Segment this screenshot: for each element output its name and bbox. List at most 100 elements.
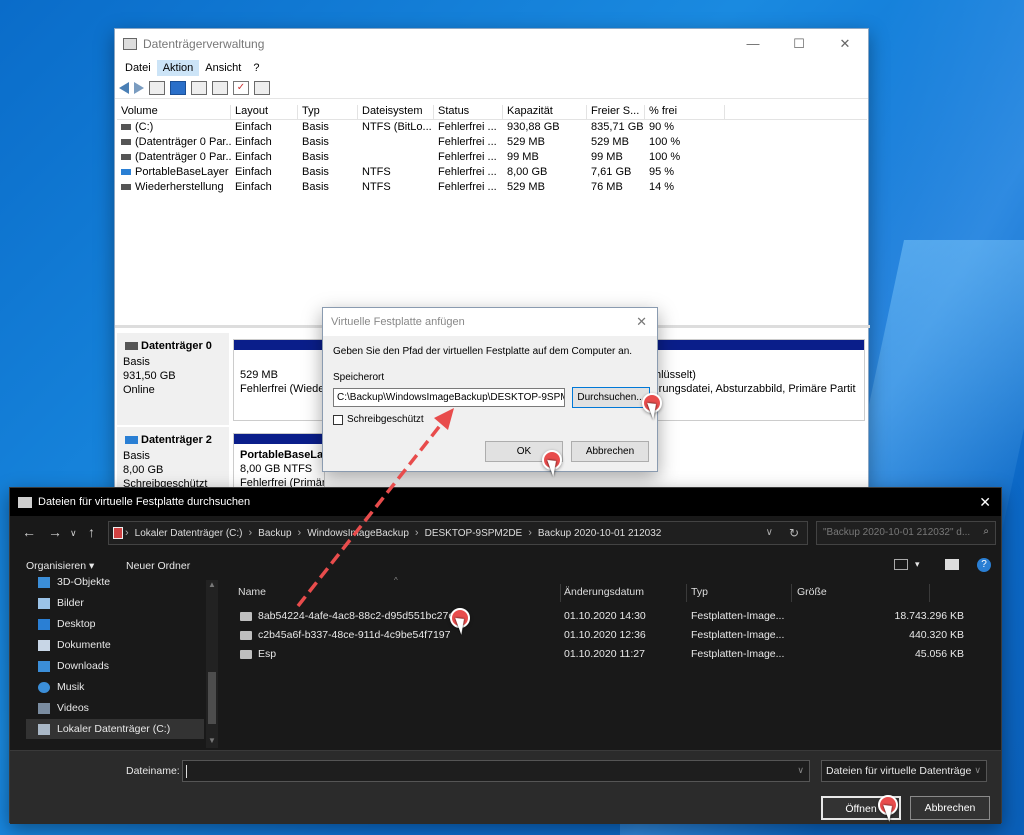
list-view-icon[interactable] bbox=[191, 80, 207, 95]
volume-cell: 930,88 GB bbox=[503, 120, 587, 135]
volume-cell-text: 100 % bbox=[649, 136, 681, 148]
back-arrow-icon[interactable] bbox=[119, 81, 129, 94]
file-row[interactable]: 8ab54224-4afe-4ac8-88c2-d95d551bc27c 01.1… bbox=[232, 608, 992, 627]
breadcrumb-desktop[interactable]: DESKTOP-9SPM2DE bbox=[419, 528, 529, 539]
file-row[interactable]: c2b45a6f-b337-48ce-911d-4c9be54f7197 01.1… bbox=[232, 627, 992, 646]
col-date[interactable]: Änderungsdatum bbox=[564, 586, 644, 598]
volume-cell: Fehlerfrei ... bbox=[434, 180, 503, 195]
disk-0-partition-recovery[interactable]: 529 MB Fehlerfrei (Wiederh bbox=[233, 339, 325, 421]
volume-row[interactable]: (C:) Einfach Basis NTFS (BitLo... Fehlerfrei… bbox=[117, 120, 867, 135]
new-folder-button[interactable]: Neuer Ordner bbox=[126, 560, 190, 572]
column-divider[interactable] bbox=[791, 584, 792, 602]
chevron-down-icon[interactable]: ∨ bbox=[766, 527, 773, 538]
column-divider[interactable] bbox=[929, 584, 930, 602]
maximize-button[interactable]: ☐ bbox=[776, 36, 822, 52]
filename-input[interactable]: ∨ bbox=[182, 760, 810, 782]
volume-cell-text: (C:) bbox=[135, 121, 154, 133]
menu-ansicht[interactable]: Ansicht bbox=[199, 60, 247, 76]
breadcrumb-windowsimagebackup[interactable]: WindowsImageBackup bbox=[301, 528, 415, 539]
nav-music[interactable]: Musik bbox=[38, 677, 84, 697]
volume-row[interactable]: (Datenträger 0 Par... Einfach Basis Fehlerf… bbox=[117, 135, 867, 150]
organize-button[interactable]: Organisieren ▾ bbox=[26, 560, 94, 572]
disk-0-label[interactable]: Datenträger 0 Basis 931,50 GB Online bbox=[117, 333, 229, 425]
volume-cell-text: Basis bbox=[302, 166, 329, 178]
console-icon[interactable] bbox=[149, 80, 165, 95]
column-divider[interactable] bbox=[560, 584, 561, 602]
recent-dropdown-icon[interactable]: ∨ bbox=[70, 528, 77, 539]
col-size[interactable]: Größe bbox=[797, 586, 827, 598]
volume-row[interactable]: PortableBaseLayer Einfach Basis NTFS Fehlerf… bbox=[117, 165, 867, 180]
col-status[interactable]: Status bbox=[434, 105, 503, 119]
scroll-up-icon[interactable]: ▲ bbox=[208, 580, 216, 589]
menu-datei[interactable]: Datei bbox=[119, 60, 157, 76]
menu-help[interactable]: ? bbox=[247, 60, 265, 76]
volume-row[interactable]: (Datenträger 0 Par... Einfach Basis Fehlerf… bbox=[117, 150, 867, 165]
col-dateisystem[interactable]: Dateisystem bbox=[358, 105, 434, 119]
nav-3d-objects[interactable]: 3D-Objekte bbox=[38, 572, 110, 592]
nav-desktop[interactable]: Desktop bbox=[38, 614, 96, 634]
readonly-option[interactable]: Schreibgeschützt bbox=[333, 414, 424, 425]
dialog-footer: Dateiname: ∨ Dateien für virtuelle Daten… bbox=[10, 750, 1001, 824]
minimize-button[interactable]: — bbox=[730, 36, 776, 52]
preview-pane-icon[interactable] bbox=[945, 559, 959, 570]
disk-key-icon[interactable] bbox=[212, 80, 228, 95]
nav-downloads[interactable]: Downloads bbox=[38, 656, 109, 676]
volume-row[interactable]: Wiederherstellung Einfach Basis NTFS Fehlerf… bbox=[117, 180, 867, 195]
col-prozent-frei[interactable]: % frei bbox=[645, 105, 725, 119]
navigation-scrollbar[interactable]: ▲ ▼ bbox=[206, 580, 218, 748]
address-bar[interactable]: › Lokaler Datenträger (C:) › Backup › Wi… bbox=[108, 521, 808, 545]
disk-0-partition-c[interactable]: schlüsselt) igerungsdatei, Absturzabbild… bbox=[637, 339, 865, 421]
volume-table-header: Volume Layout Typ Dateisystem Status Kap… bbox=[117, 105, 867, 120]
help-icon[interactable]: ? bbox=[977, 558, 991, 572]
volume-cell: 76 MB bbox=[587, 180, 645, 195]
nav-videos[interactable]: Videos bbox=[38, 698, 89, 718]
col-kapazitaet[interactable]: Kapazität bbox=[503, 105, 587, 119]
filetype-select[interactable]: Dateien für virtuelle Datenträge ∨ bbox=[821, 760, 987, 782]
search-input[interactable]: "Backup 2020-10-01 212032" d... ⌕ bbox=[816, 521, 996, 545]
readonly-checkbox[interactable] bbox=[333, 414, 343, 425]
breadcrumb-backup[interactable]: Backup bbox=[252, 528, 297, 539]
forward-icon[interactable]: → bbox=[48, 524, 62, 540]
nav-documents[interactable]: Dokumente bbox=[38, 635, 111, 655]
disk-2-partition[interactable]: PortableBaseLay 8,00 GB NTFS Fehlerfrei … bbox=[233, 433, 325, 495]
navigation-pane: 3D-Objekte Bilder Desktop Dokumente Down… bbox=[10, 576, 218, 748]
details-icon[interactable] bbox=[254, 80, 270, 95]
col-freier-speicher[interactable]: Freier S... bbox=[587, 105, 645, 119]
volume-cell-text: Basis bbox=[302, 136, 329, 148]
properties-icon[interactable] bbox=[170, 80, 186, 95]
chevron-down-icon[interactable]: ∨ bbox=[797, 765, 804, 776]
browse-button[interactable]: Durchsuchen... bbox=[572, 387, 650, 408]
disk-2-name: Datenträger 2 bbox=[141, 434, 212, 446]
scroll-down-icon[interactable]: ▼ bbox=[208, 736, 216, 745]
column-divider[interactable] bbox=[686, 584, 687, 602]
breadcrumb-drive[interactable]: Lokaler Datenträger (C:) bbox=[129, 528, 249, 539]
refresh-icon[interactable]: ↻ bbox=[789, 526, 799, 540]
col-type[interactable]: Typ bbox=[691, 586, 708, 598]
scrollbar-thumb[interactable] bbox=[208, 672, 216, 724]
breadcrumb-backup-folder[interactable]: Backup 2020-10-01 212032 bbox=[532, 528, 667, 539]
col-volume[interactable]: Volume bbox=[117, 105, 231, 119]
checklist-icon[interactable]: ✓ bbox=[233, 80, 249, 95]
cancel-button[interactable]: Abbrechen bbox=[910, 796, 990, 820]
up-icon[interactable]: ↑ bbox=[88, 524, 95, 540]
back-icon[interactable]: ← bbox=[22, 524, 36, 540]
nav-label: Bilder bbox=[57, 597, 84, 609]
forward-arrow-icon[interactable] bbox=[134, 81, 144, 94]
close-icon[interactable]: ✕ bbox=[636, 314, 647, 330]
file-row[interactable]: Esp 01.10.2020 11:27 Festplatten-Image... 4… bbox=[232, 646, 992, 665]
col-typ[interactable]: Typ bbox=[298, 105, 358, 119]
col-layout[interactable]: Layout bbox=[231, 105, 298, 119]
nav-pictures[interactable]: Bilder bbox=[38, 593, 84, 613]
nav-local-disk[interactable]: Lokaler Datenträger (C:) bbox=[26, 719, 204, 739]
col-name[interactable]: Name bbox=[238, 586, 266, 598]
location-label: Speicherort bbox=[333, 372, 385, 383]
close-icon[interactable]: ✕ bbox=[979, 494, 991, 511]
menu-aktion[interactable]: Aktion bbox=[156, 60, 200, 76]
close-button[interactable]: ✕ bbox=[822, 36, 868, 52]
cancel-button[interactable]: Abbrechen bbox=[571, 441, 649, 462]
view-dropdown-icon[interactable]: ▾ bbox=[915, 559, 920, 570]
volume-cell-text: Fehlerfrei ... bbox=[438, 181, 497, 193]
view-options-icon[interactable] bbox=[894, 559, 908, 570]
location-path-input[interactable]: C:\Backup\WindowsImageBackup\DESKTOP-9SP… bbox=[333, 388, 565, 407]
file-list-header: Name ^ Änderungsdatum Typ Größe bbox=[232, 576, 992, 604]
